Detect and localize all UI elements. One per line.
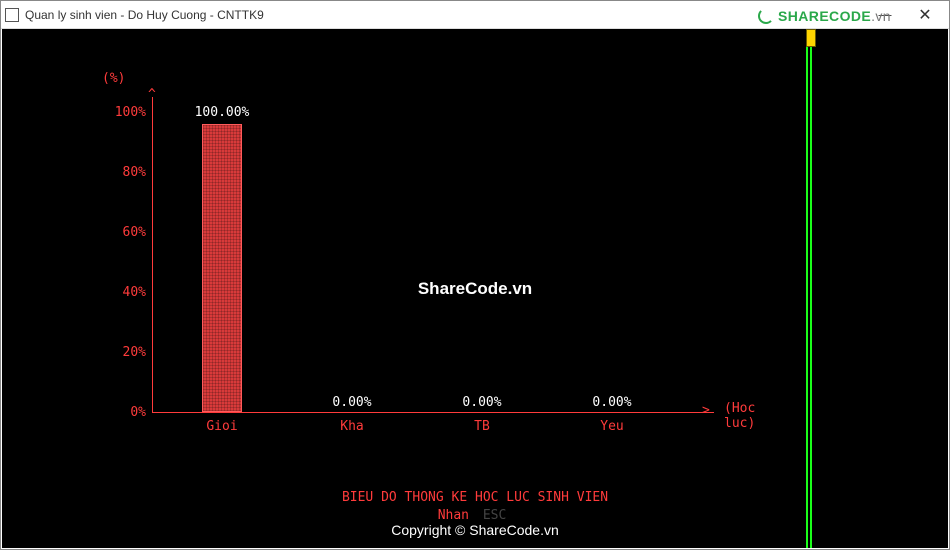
y-tick: 100% xyxy=(112,105,146,120)
y-tick: 0% xyxy=(112,405,146,420)
bar-value-label: 0.00% xyxy=(312,395,392,410)
glitch-nub xyxy=(806,29,816,47)
app-icon xyxy=(5,8,19,22)
bar-value-label: 100.00% xyxy=(182,105,262,120)
y-tick: 60% xyxy=(112,225,146,240)
sharecode-logo: SHARECODE.vn xyxy=(758,5,891,24)
logo-text-main: SHARECODE xyxy=(778,8,871,24)
bar-gioi xyxy=(202,124,242,412)
bar-value-label: 0.00% xyxy=(442,395,522,410)
glitch-bar xyxy=(806,29,808,548)
x-tick: Yeu xyxy=(582,419,642,434)
x-axis-arrow-icon: > xyxy=(702,403,710,418)
y-axis-line xyxy=(152,97,153,413)
chart-title: BIEU DO THONG KE HOC LUC SINH VIEN xyxy=(2,489,948,507)
close-button[interactable]: ✕ xyxy=(905,2,945,28)
caption-area: BIEU DO THONG KE HOC LUC SINH VIEN Nhan … xyxy=(2,489,948,525)
bar-value-label: 0.00% xyxy=(572,395,652,410)
x-axis-line xyxy=(152,412,714,413)
logo-swirl-icon xyxy=(758,8,774,24)
y-tick: 20% xyxy=(112,345,146,360)
hint-key: ESC xyxy=(483,508,506,523)
x-tick: TB xyxy=(452,419,512,434)
window-title: Quan ly sinh vien - Do Huy Cuong - CNTTK… xyxy=(25,8,264,22)
y-axis-label: (%) xyxy=(102,71,125,86)
app-window: Quan ly sinh vien - Do Huy Cuong - CNTTK… xyxy=(0,0,950,550)
x-tick: Gioi xyxy=(192,419,252,434)
x-tick: Kha xyxy=(322,419,382,434)
chart: (%) ^ > (Hoc luc) 0% 20% 40% 60% 80% 100… xyxy=(102,79,742,429)
logo-text-suffix: .vn xyxy=(871,8,891,24)
glitch-bar xyxy=(810,29,812,548)
x-axis-label: (Hoc luc) xyxy=(724,401,755,431)
chart-hint: Nhan ESC xyxy=(2,507,948,525)
y-tick: 80% xyxy=(112,165,146,180)
hint-prefix: Nhan xyxy=(438,508,469,523)
y-tick: 40% xyxy=(112,285,146,300)
console-area: (%) ^ > (Hoc luc) 0% 20% 40% 60% 80% 100… xyxy=(2,29,948,548)
